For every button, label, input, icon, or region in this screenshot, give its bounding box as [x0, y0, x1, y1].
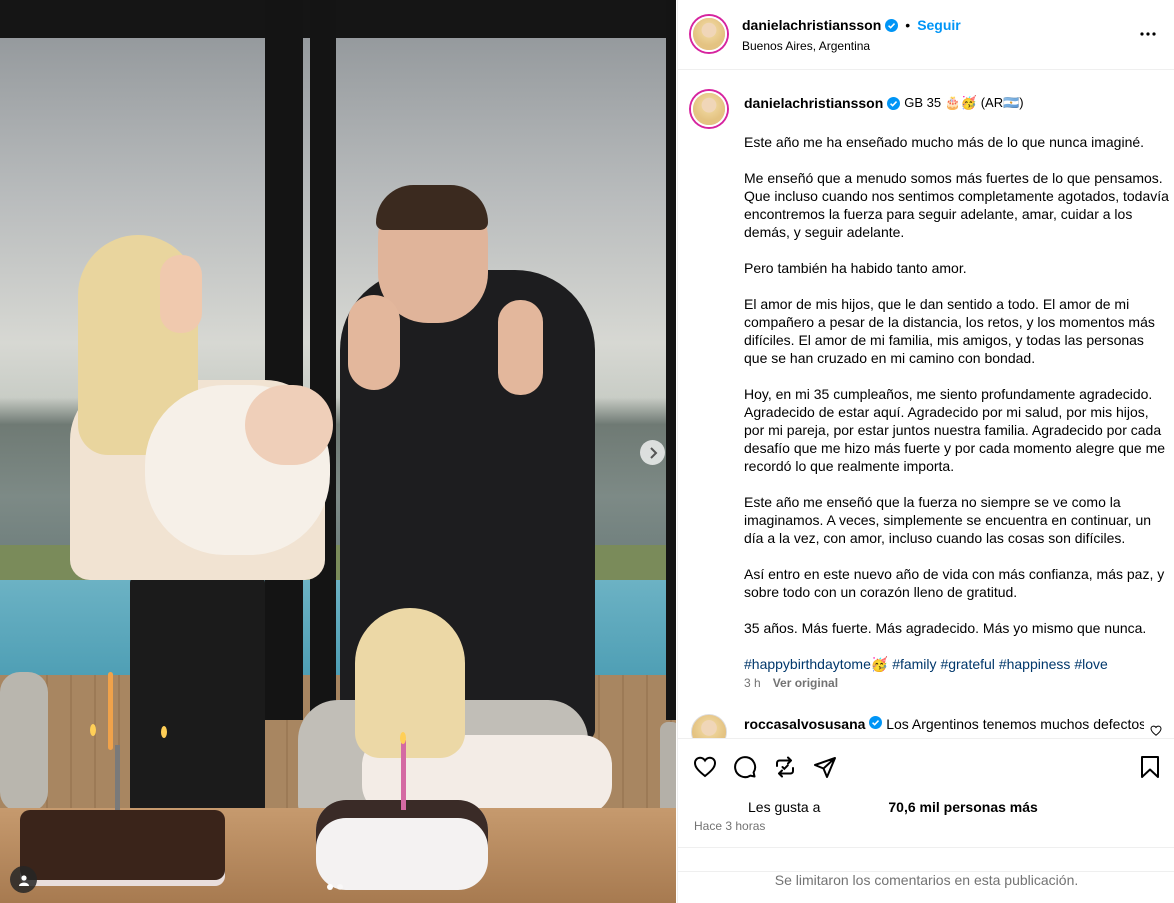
- candle: [401, 740, 406, 810]
- next-photo-button[interactable]: [640, 440, 665, 465]
- window-frame: [666, 0, 676, 720]
- caption-paragraph: Pero también ha habido tanto amor.: [744, 260, 967, 276]
- man-hand: [498, 300, 543, 395]
- chair: [660, 722, 676, 817]
- hashtag-link[interactable]: #grateful: [940, 656, 994, 672]
- bookmark-icon: [1141, 756, 1159, 778]
- flame: [90, 724, 96, 736]
- flame: [161, 726, 167, 738]
- divider: [678, 847, 1174, 848]
- caption-paragraph: Este año me ha enseñado mucho más de lo …: [744, 134, 1145, 150]
- caption-meta: 3 h Ver original: [744, 676, 838, 690]
- more-options-icon: [1140, 32, 1156, 36]
- heart-icon: [1150, 725, 1162, 736]
- post-photo[interactable]: [0, 0, 676, 903]
- woman-face: [160, 255, 202, 333]
- verified-badge-icon: [869, 716, 883, 729]
- baby-head: [245, 385, 333, 465]
- likes-count[interactable]: 70,6 mil personas más: [888, 799, 1037, 815]
- caption-avatar[interactable]: [691, 91, 727, 127]
- hashtags: #happybirthdaytome🥳 #family #grateful #h…: [744, 655, 1169, 673]
- see-original-link[interactable]: Ver original: [773, 676, 838, 690]
- commenter-avatar[interactable]: [691, 714, 727, 738]
- carousel-dots: [327, 884, 343, 890]
- caption-paragraph: Me enseñó que a menudo somos más fuertes…: [744, 170, 1169, 240]
- comment-text: roccasalvosusana Los Argentinos tenemos …: [744, 716, 1144, 732]
- woman-legs: [130, 575, 265, 815]
- carousel-dot: [327, 884, 333, 890]
- man-hair: [376, 185, 488, 230]
- comment-like-button[interactable]: [1150, 723, 1162, 738]
- caption-paragraph: Este año me enseñó que la fuerza no siem…: [744, 494, 1152, 546]
- caption-username[interactable]: danielachristiansson: [744, 95, 883, 111]
- window-frame: [310, 0, 336, 720]
- caption-paragraph: El amor de mis hijos, que le dan sentido…: [744, 296, 1155, 366]
- window-frame: [265, 0, 303, 720]
- post-time: Hace 3 horas: [694, 819, 766, 833]
- man-hand: [348, 295, 400, 390]
- verified-badge-icon: [887, 96, 901, 110]
- post-header: danielachristiansson • Seguir Buenos Air…: [678, 0, 1174, 70]
- liker-avatars: [694, 797, 748, 817]
- share-icon[interactable]: [813, 755, 837, 779]
- carousel-dot: [337, 884, 343, 890]
- repost-icon[interactable]: [773, 755, 797, 779]
- hashtag-link[interactable]: #family: [892, 656, 936, 672]
- chair: [0, 672, 48, 812]
- caption-section: danielachristiansson GB 35 🎂🥳 (AR🇦🇷) Est…: [678, 71, 1174, 738]
- hashtag-link[interactable]: #love: [1074, 656, 1107, 672]
- caption-paragraph: Así entro en este nuevo año de vida con …: [744, 566, 1165, 600]
- caption-header-extra: GB 35 🎂🥳 (AR🇦🇷): [904, 95, 1024, 110]
- user-tag-icon: [18, 874, 29, 886]
- comments-limited-notice: Se limitaron los comentarios en esta pub…: [678, 871, 1174, 888]
- more-options-button[interactable]: [1139, 24, 1157, 42]
- hashtag-link[interactable]: #happiness: [999, 656, 1071, 672]
- caption-time: 3 h: [744, 676, 761, 690]
- verified-badge-icon: [885, 18, 899, 32]
- chocolate-cake: [20, 810, 225, 880]
- action-bar: Les gusta a 70,6 mil personas más Hace 3…: [678, 738, 1174, 903]
- heart-icon[interactable]: [693, 755, 717, 779]
- sparkler: [115, 745, 120, 810]
- comment-icon[interactable]: [733, 755, 757, 779]
- post-side-panel: danielachristiansson • Seguir Buenos Air…: [677, 0, 1174, 903]
- user-tag-button[interactable]: [10, 866, 37, 893]
- caption-text: Este año me ha enseñado mucho más de lo …: [744, 133, 1169, 691]
- author-avatar[interactable]: [691, 16, 727, 52]
- window-frame: [0, 0, 676, 38]
- comment-body: Los Argentinos tenemos muchos defectos,: [886, 716, 1144, 732]
- flame: [400, 732, 406, 744]
- caption-paragraph: 35 años. Más fuerte. Más agradecido. Más…: [744, 620, 1147, 636]
- author-username[interactable]: danielachristiansson: [742, 17, 881, 33]
- commenter-username[interactable]: roccasalvosusana: [744, 716, 865, 732]
- caption-paragraph: Hoy, en mi 35 cumpleaños, me siento prof…: [744, 386, 1166, 474]
- comment-item: roccasalvosusana Los Argentinos tenemos …: [678, 711, 1174, 738]
- post-location[interactable]: Buenos Aires, Argentina: [742, 39, 870, 53]
- likes-summary[interactable]: Les gusta a 70,6 mil personas más: [694, 797, 1038, 817]
- hashtag-link[interactable]: #happybirthdaytome🥳: [744, 656, 888, 672]
- likes-label: Les gusta a: [748, 799, 821, 815]
- chevron-right-icon: [649, 446, 657, 459]
- candle: [108, 672, 113, 750]
- white-cake: [316, 800, 488, 890]
- follow-button[interactable]: Seguir: [917, 17, 961, 33]
- save-button[interactable]: [1139, 755, 1161, 784]
- girl-hair: [355, 608, 465, 758]
- separator: •: [905, 17, 911, 33]
